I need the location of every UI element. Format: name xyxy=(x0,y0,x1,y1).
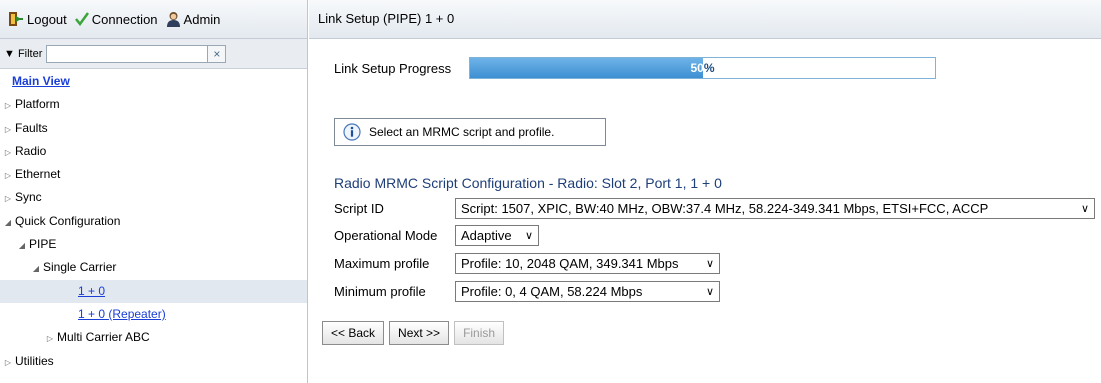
max-profile-row: Maximum profile Profile: 10, 2048 QAM, 3… xyxy=(334,252,720,274)
info-icon xyxy=(343,123,361,141)
connection-button[interactable]: Connection xyxy=(74,11,158,27)
navigation-tree: Main View ▷ Platform ▷ Faults ▷ Radio ▷ Ethernet… xyxy=(0,70,307,373)
tree-item-label: Main View xyxy=(12,74,70,88)
back-button[interactable]: << Back xyxy=(322,321,385,345)
expand-arrow-icon[interactable]: ▷ xyxy=(3,94,13,117)
logout-button[interactable]: Logout xyxy=(8,11,67,27)
expand-arrow-icon[interactable]: ▷ xyxy=(3,187,13,210)
expand-arrow-icon[interactable]: ▷ xyxy=(3,164,13,187)
navigation-panel: Logout Connection Admin ▼ Filter × Main … xyxy=(0,0,308,383)
operational-mode-label: Operational Mode xyxy=(334,227,438,243)
min-profile-row: Minimum profile Profile: 0, 4 QAM, 58.22… xyxy=(334,280,720,302)
tree-item-label: Ethernet xyxy=(15,167,61,182)
tree-item-radio[interactable]: ▷ Radio xyxy=(0,140,307,163)
filter-input[interactable] xyxy=(46,44,209,63)
tree-item-ethernet[interactable]: ▷ Ethernet xyxy=(0,163,307,186)
tree-item-single-carrier[interactable]: ◢ Single Carrier xyxy=(0,256,307,279)
min-profile-label: Minimum profile xyxy=(334,283,426,299)
progress-unit: % xyxy=(703,61,715,75)
progress-label: Link Setup Progress xyxy=(334,61,452,76)
tree-item-label: Sync xyxy=(15,190,42,205)
wizard-buttons: << Back Next >> Finish xyxy=(322,321,509,345)
operational-mode-value: Adaptive xyxy=(461,227,512,243)
chevron-down-icon: ∨ xyxy=(524,229,533,242)
filter-label[interactable]: ▼ Filter xyxy=(4,48,42,60)
top-toolbar: Logout Connection Admin xyxy=(0,0,307,39)
script-id-label: Script ID xyxy=(334,200,384,216)
admin-label: Admin xyxy=(183,11,221,27)
collapse-arrow-icon[interactable]: ◢ xyxy=(17,234,27,257)
expand-arrow-icon[interactable]: ▷ xyxy=(45,327,55,350)
checkmark-icon xyxy=(74,12,89,26)
tree-item-sync[interactable]: ▷ Sync xyxy=(0,186,307,209)
tree-item-label: Single Carrier xyxy=(43,260,117,275)
tree-item-label: PIPE xyxy=(29,237,57,252)
tree-item-1-0-repeater[interactable]: 1 + 0 (Repeater) xyxy=(0,303,307,326)
logout-label: Logout xyxy=(27,11,67,27)
tree-item-quick-configuration[interactable]: ◢ Quick Configuration xyxy=(0,210,307,233)
filter-bar: ▼ Filter × xyxy=(0,39,307,69)
operational-mode-row: Operational Mode Adaptive ∨ xyxy=(334,224,539,246)
progress-number: 50 xyxy=(690,61,704,75)
max-profile-select[interactable]: Profile: 10, 2048 QAM, 349.341 Mbps ∨ xyxy=(455,252,720,274)
tree-item-label: 1 + 0 xyxy=(78,283,106,298)
info-message-box: Select an MRMC script and profile. xyxy=(334,118,606,146)
tree-item-platform[interactable]: ▷ Platform xyxy=(0,93,307,116)
tree-item-pipe[interactable]: ◢ PIPE xyxy=(0,233,307,256)
operational-mode-select[interactable]: Adaptive ∨ xyxy=(455,224,539,246)
collapse-arrow-icon[interactable]: ◢ xyxy=(31,257,41,280)
tree-item-label: Utilities xyxy=(15,353,54,368)
tree-item-label: 1 + 0 (Repeater) xyxy=(78,306,166,321)
connection-label: Connection xyxy=(91,11,158,27)
next-button[interactable]: Next >> xyxy=(389,321,450,345)
expand-arrow-icon[interactable]: ▷ xyxy=(3,118,13,141)
script-id-value: Script: 1507, XPIC, BW:40 MHz, OBW:37.4 … xyxy=(461,200,989,216)
min-profile-value: Profile: 0, 4 QAM, 58.224 Mbps xyxy=(461,283,643,299)
info-message-text: Select an MRMC script and profile. xyxy=(369,125,555,139)
section-title: Radio MRMC Script Configuration - Radio:… xyxy=(334,175,722,191)
page-title: Link Setup (PIPE) 1 + 0 xyxy=(309,0,1101,39)
tree-item-utilities[interactable]: ▷ Utilities xyxy=(0,350,307,373)
tree-item-faults[interactable]: ▷ Faults xyxy=(0,117,307,140)
tree-item-multi-carrier-abc[interactable]: ▷ Multi Carrier ABC xyxy=(0,326,307,349)
finish-button[interactable]: Finish xyxy=(454,321,505,345)
chevron-down-icon: ∨ xyxy=(705,257,714,270)
chevron-down-icon: ∨ xyxy=(1080,202,1089,215)
admin-button[interactable]: Admin xyxy=(166,11,221,27)
expand-arrow-icon[interactable]: ▷ xyxy=(3,351,13,374)
min-profile-select[interactable]: Profile: 0, 4 QAM, 58.224 Mbps ∨ xyxy=(455,280,720,302)
progress-bar: 50% xyxy=(469,57,936,79)
expand-arrow-icon[interactable]: ▷ xyxy=(3,141,13,164)
chevron-down-icon: ∨ xyxy=(705,285,714,298)
script-id-row: Script ID Script: 1507, XPIC, BW:40 MHz,… xyxy=(334,197,1095,219)
content-panel: Link Setup (PIPE) 1 + 0 Link Setup Progr… xyxy=(309,0,1101,383)
progress-text: 50% xyxy=(470,58,935,78)
clear-filter-button[interactable]: × xyxy=(208,44,227,63)
user-icon xyxy=(166,12,180,27)
tree-item-1-0[interactable]: 1 + 0 xyxy=(0,279,307,303)
script-id-select[interactable]: Script: 1507, XPIC, BW:40 MHz, OBW:37.4 … xyxy=(455,197,1095,219)
logout-icon xyxy=(9,12,23,26)
tree-item-label: Quick Configuration xyxy=(15,213,121,228)
tree-item-main-view[interactable]: Main View xyxy=(0,70,307,93)
collapse-arrow-icon[interactable]: ◢ xyxy=(3,211,13,234)
tree-item-label: Platform xyxy=(15,97,60,112)
tree-item-label: Multi Carrier ABC xyxy=(57,330,150,345)
tree-item-label: Faults xyxy=(15,120,48,135)
max-profile-value: Profile: 10, 2048 QAM, 349.341 Mbps xyxy=(461,255,679,271)
tree-item-label: Radio xyxy=(15,143,47,158)
max-profile-label: Maximum profile xyxy=(334,255,430,271)
